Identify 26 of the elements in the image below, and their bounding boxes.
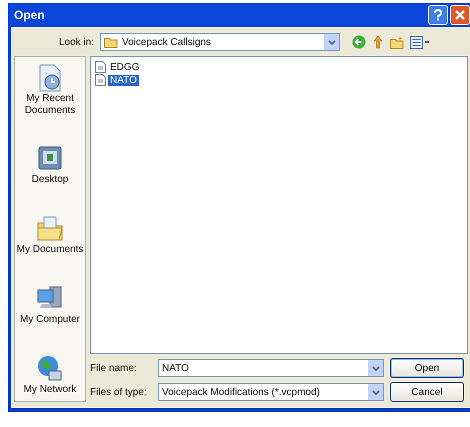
folder-icon [104, 36, 118, 48]
places-item[interactable]: My Computer [15, 284, 85, 326]
places-item[interactable]: My Documents [15, 214, 85, 256]
new-folder-icon[interactable] [390, 36, 404, 48]
window-title: Open [14, 8, 45, 22]
help-button[interactable] [428, 5, 448, 25]
view-menu-icon[interactable] [410, 36, 430, 48]
close-button[interactable] [450, 5, 470, 25]
file-type-label: Files of type: [90, 386, 148, 398]
cancel-button[interactable]: Cancel [390, 382, 464, 402]
open-button[interactable]: Open [390, 358, 464, 378]
file-name-label: File name: [90, 362, 138, 374]
look-in-dropdown[interactable]: Voicepack Callsigns [100, 33, 340, 51]
up-folder-arrow-icon[interactable] [372, 35, 384, 49]
places-item[interactable]: Desktop [15, 144, 85, 186]
file-name-field[interactable]: NATO [158, 359, 384, 377]
file-item[interactable]: NATO [95, 74, 463, 86]
file-item[interactable]: EDGG [95, 61, 463, 73]
help-icon [433, 9, 443, 21]
file-type-dropdown[interactable]: Voicepack Modifications (*.vcpmod) [158, 383, 384, 401]
places-item[interactable]: My Recent Documents [15, 63, 85, 116]
close-icon [455, 10, 465, 20]
file-icon [95, 61, 106, 73]
look-in-label: Look in: [58, 36, 94, 48]
file-icon [95, 74, 106, 86]
places-item[interactable]: My Network [15, 354, 85, 395]
